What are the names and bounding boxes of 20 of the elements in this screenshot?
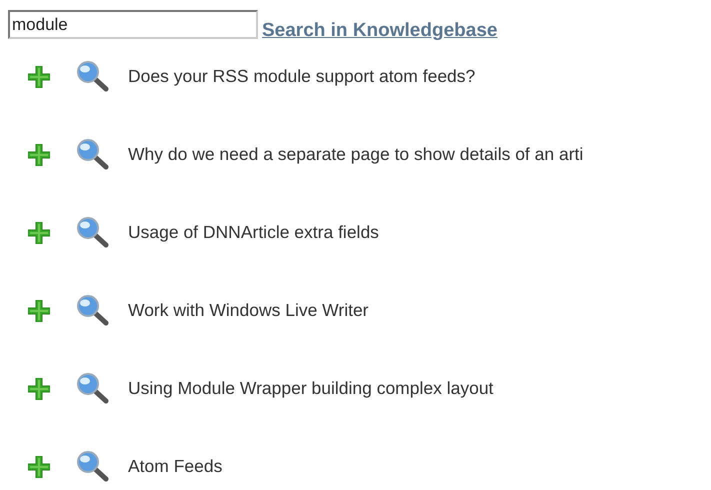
search-field[interactable]: module (8, 10, 258, 39)
search-icon[interactable] (76, 61, 110, 92)
plus-icon[interactable] (28, 300, 50, 322)
search-icon[interactable] (76, 295, 110, 326)
article-title[interactable]: Atom Feeds (128, 456, 222, 477)
article-title[interactable]: Does your RSS module support atom feeds? (128, 66, 476, 87)
plus-icon[interactable] (28, 66, 50, 88)
article-title[interactable]: Using Module Wrapper building complex layout (128, 378, 494, 399)
search-icon[interactable] (76, 373, 110, 404)
article-title[interactable]: Why do we need a separate page to show details of an arti (128, 144, 584, 165)
search-link[interactable]: Search in Knowledgebase (262, 20, 498, 42)
plus-icon[interactable] (28, 378, 50, 400)
article-title[interactable]: Usage of DNNArticle extra fields (128, 222, 379, 243)
search-icon[interactable] (76, 451, 110, 482)
search-icon[interactable] (76, 217, 110, 248)
search-icon[interactable] (76, 139, 110, 170)
plus-icon[interactable] (28, 144, 50, 166)
article-title[interactable]: Work with Windows Live Writer (128, 300, 369, 321)
plus-icon[interactable] (28, 222, 50, 244)
plus-icon[interactable] (28, 456, 50, 478)
